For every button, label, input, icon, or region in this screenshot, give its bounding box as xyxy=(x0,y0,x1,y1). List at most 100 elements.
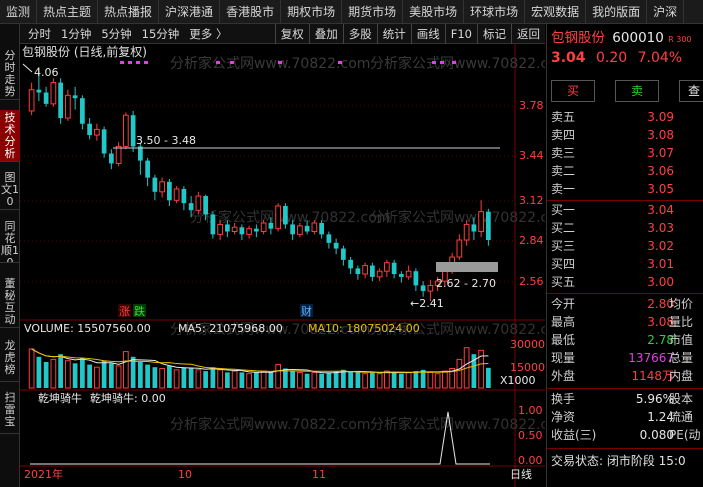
candle-body xyxy=(486,211,491,241)
btn-intraday[interactable]: 分时 xyxy=(20,24,56,44)
vol-tick-1: 30000 xyxy=(510,338,545,351)
marker-zhang[interactable]: 涨 xyxy=(119,305,130,318)
query-button[interactable]: 查 xyxy=(679,80,703,102)
chart-area[interactable]: 分析家公式网www.70822.com 分析家公式网www.70822.com … xyxy=(20,44,570,487)
candle-body xyxy=(341,248,346,260)
menu-my-layout[interactable]: 我的版面 xyxy=(586,0,648,23)
btn-mark[interactable]: 标记 xyxy=(477,23,511,44)
marker-cai[interactable]: 财 xyxy=(301,304,312,318)
candle-body xyxy=(283,205,288,225)
btn-statistics[interactable]: 统计 xyxy=(376,23,411,44)
bid-2-price: 3.03 xyxy=(647,221,674,235)
quote-panel: 包钢股份 600010 R 300 3.04 0.20 7.04% 买 卖 查 … xyxy=(546,24,703,487)
annotation-low: ←2.41 xyxy=(410,297,444,310)
volume-bar xyxy=(311,371,318,389)
menu-macro-data[interactable]: 宏观数据 xyxy=(525,0,587,23)
tab-intraday[interactable]: 分时走势 xyxy=(0,48,20,100)
candle-body xyxy=(123,114,129,147)
stat-outer-row: 外盘 1148万 内盘 xyxy=(547,368,703,385)
candle-body xyxy=(304,225,310,232)
menu-hk-market[interactable]: 香港股市 xyxy=(220,0,282,23)
candle-body xyxy=(210,214,216,235)
candle-body xyxy=(28,89,35,112)
candle-body xyxy=(311,222,318,233)
btn-1min[interactable]: 1分钟 xyxy=(56,24,96,44)
candle-body xyxy=(152,177,158,192)
btn-15min[interactable]: 15分钟 xyxy=(137,24,185,44)
btn-back[interactable]: 返回 xyxy=(511,23,545,44)
signal-dot xyxy=(120,61,124,64)
volume-bar xyxy=(87,364,92,388)
volume-bar xyxy=(217,369,223,389)
tab-secretary-interaction[interactable]: 董秘互动 xyxy=(0,276,20,328)
candle-body xyxy=(471,224,477,232)
price-tick-5: 2.56 xyxy=(519,275,544,288)
tab-ths10[interactable]: 同花顺10 xyxy=(0,219,20,263)
btn-multi-stock[interactable]: 多股 xyxy=(342,23,377,44)
menu-futures-market[interactable]: 期货市场 xyxy=(342,0,404,23)
ask-3-row: 卖三 3.07 xyxy=(547,145,703,162)
volume-bar xyxy=(376,373,383,389)
date-label-11: 11 xyxy=(312,468,326,481)
candle-body xyxy=(225,224,230,232)
menu-global-market[interactable]: 环球市场 xyxy=(464,0,526,23)
candle-body xyxy=(348,259,353,269)
volume-bar xyxy=(268,372,274,388)
signal-dot xyxy=(338,61,342,64)
tab-minesweeper[interactable]: 扫雷宝 xyxy=(0,390,20,434)
candle-body xyxy=(80,98,85,124)
volume-bar xyxy=(58,354,63,388)
candle-body xyxy=(370,265,375,277)
bid-ask-divider xyxy=(547,200,703,201)
candle-body xyxy=(399,274,404,277)
marker-die[interactable]: 跌 xyxy=(134,304,145,318)
bid-4-price: 3.01 xyxy=(647,257,674,271)
menu-shsz[interactable]: 沪深 xyxy=(647,0,685,23)
volume-bar xyxy=(442,370,448,389)
price-change-pct: 7.04% xyxy=(637,50,683,66)
volume-bar xyxy=(384,370,390,389)
menu-monitor[interactable]: 监测 xyxy=(0,0,38,23)
btn-draw-line[interactable]: 画线 xyxy=(410,23,445,44)
menu-options-market[interactable]: 期权市场 xyxy=(281,0,343,23)
volume-bar xyxy=(370,372,375,388)
menu-hot-topics[interactable]: 热点主题 xyxy=(37,0,99,23)
ask-5-price: 3.09 xyxy=(647,110,674,124)
btn-overlay[interactable]: 叠加 xyxy=(308,23,343,44)
volume-bar xyxy=(362,373,368,389)
volume-bar xyxy=(80,358,85,388)
bid-2-label: 买二 xyxy=(551,221,576,235)
tab-technical-analysis[interactable]: 技术分析 xyxy=(0,110,20,162)
candle-body xyxy=(463,223,470,241)
candle-body xyxy=(115,145,122,164)
ask-1-label: 卖一 xyxy=(551,182,576,196)
indicator-name: 乾坤骑牛 xyxy=(38,391,82,405)
candle-body xyxy=(138,146,143,161)
candle-body xyxy=(254,228,259,232)
annotation-high: 4.06 xyxy=(34,66,59,79)
kline-chart-svg[interactable]: 分析家公式网www.70822.com 分析家公式网www.70822.com … xyxy=(20,44,570,487)
volume-bar xyxy=(319,373,324,388)
candle-body xyxy=(173,188,180,201)
menu-hk-connect[interactable]: 沪深港通 xyxy=(159,0,221,23)
menu-hot-broadcast[interactable]: 热点播报 xyxy=(98,0,160,23)
btn-5min[interactable]: 5分钟 xyxy=(96,24,136,44)
stat-outer-value: 1148万 xyxy=(631,369,674,383)
volume-bar xyxy=(348,371,353,388)
tab-dragon-tiger[interactable]: 龙虎榜 xyxy=(0,338,20,382)
sell-button[interactable]: 卖 xyxy=(615,80,659,102)
volume-bar xyxy=(65,360,71,389)
stat-high-label: 最高 xyxy=(551,315,576,329)
ma10-label: MA10: 18075024.00 xyxy=(308,322,420,335)
btn-adjust[interactable]: 复权 xyxy=(274,23,309,44)
menu-us-market[interactable]: 美股市场 xyxy=(403,0,465,23)
stat-curvol-value: 137667 xyxy=(628,351,674,365)
candle-body xyxy=(413,271,419,286)
volume-label: VOLUME: 15507560.00 xyxy=(24,322,151,335)
tab-graphic-text[interactable]: 图文10 xyxy=(0,170,20,210)
volume-bar xyxy=(173,369,180,389)
btn-f10[interactable]: F10 xyxy=(444,23,477,44)
buy-button[interactable]: 买 xyxy=(551,80,595,102)
btn-more[interactable]: 更多 〉 xyxy=(184,24,232,44)
candle-body xyxy=(65,94,71,119)
